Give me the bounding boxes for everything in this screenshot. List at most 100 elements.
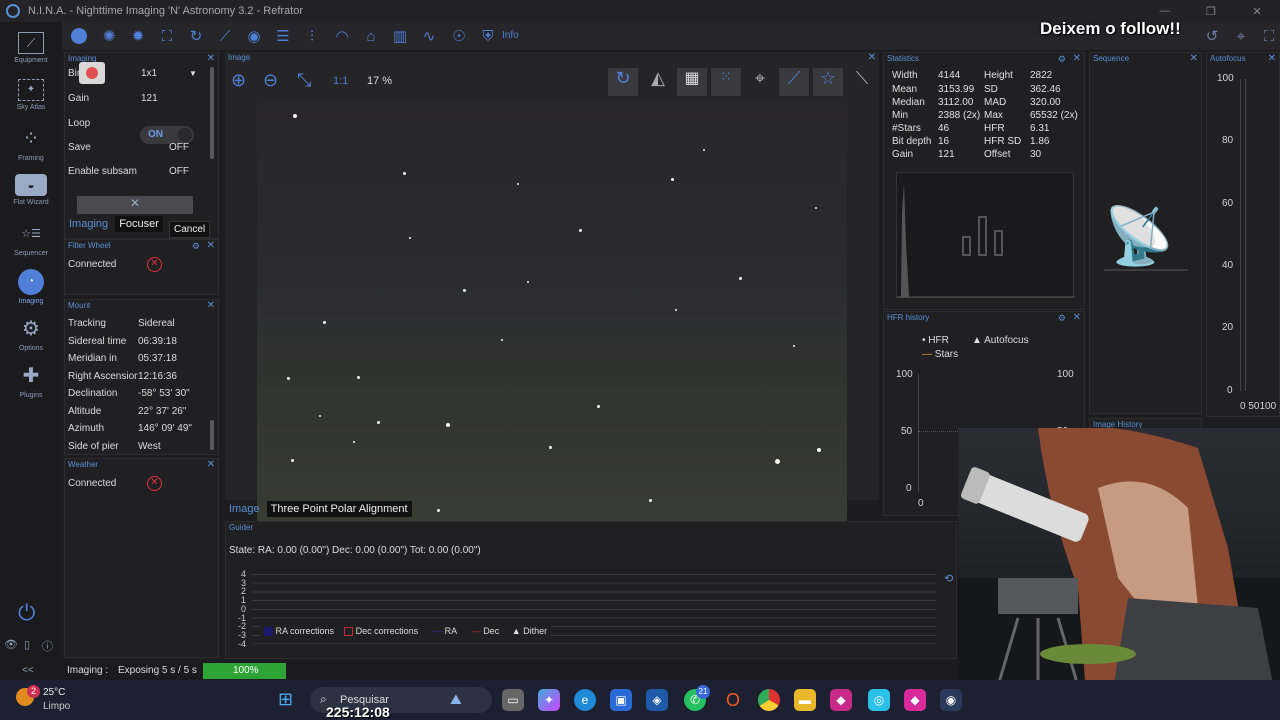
close-icon[interactable]: ✕: [1073, 53, 1081, 65]
zoom-out-icon[interactable]: ⊖: [263, 70, 278, 91]
settings-icon[interactable]: ⚙: [1058, 312, 1066, 324]
close-button[interactable]: ✕: [1234, 0, 1280, 22]
book-icon[interactable]: ▯: [24, 638, 30, 651]
tab-image[interactable]: Image: [225, 501, 264, 517]
maximize-button[interactable]: ❐: [1188, 0, 1234, 22]
wave-icon[interactable]: ∿: [420, 27, 438, 45]
chrome-icon[interactable]: [758, 689, 780, 711]
dots-icon[interactable]: ⁙: [711, 68, 741, 96]
edge-icon[interactable]: e: [574, 689, 596, 711]
nav-options[interactable]: ⚙ Options: [0, 316, 62, 352]
sliders-icon[interactable]: ⫶: [303, 27, 321, 45]
observatory-icon[interactable]: ⌂: [362, 27, 380, 45]
nav-equipment[interactable]: ⟋ Equipment: [0, 32, 62, 64]
eye-icon[interactable]: 👁: [4, 638, 18, 651]
histogram-icon[interactable]: ▥: [391, 27, 409, 45]
settings-icon[interactable]: ⚙: [192, 240, 200, 252]
close-icon[interactable]: ✕: [1073, 312, 1081, 324]
store-icon[interactable]: ▣: [610, 689, 632, 711]
framing-tool-icon[interactable]: ⛶: [158, 27, 176, 45]
binning-select[interactable]: 1x1: [141, 68, 157, 79]
history-icon[interactable]: ↺: [1203, 27, 1221, 45]
crosshair-icon[interactable]: ⌖: [1232, 27, 1250, 45]
close-icon[interactable]: ✕: [1190, 53, 1198, 65]
copilot-icon[interactable]: ✦: [538, 689, 560, 711]
close-icon[interactable]: ✕: [207, 300, 215, 312]
focuser-icon[interactable]: ✹: [129, 27, 147, 45]
nav-plugins[interactable]: ✚ Plugins: [0, 363, 62, 399]
power-icon[interactable]: ⏻: [18, 600, 35, 626]
nav-framing[interactable]: ⁘ Framing: [0, 126, 62, 162]
star-icon[interactable]: ☆: [813, 68, 843, 96]
bulb-icon[interactable]: ☉: [450, 27, 468, 45]
opera-icon[interactable]: O: [722, 689, 744, 711]
dome-arc-icon[interactable]: ◠: [333, 27, 351, 45]
scrollbar[interactable]: [210, 67, 214, 159]
progress-text: 100%: [233, 665, 259, 676]
collapse-button[interactable]: <<: [22, 665, 34, 676]
mount-label: Declination: [68, 388, 118, 399]
left-navigation: ⟋ Equipment ✦ Sky Atlas ⁘ Framing ◒ Flat Wiz…: [0, 22, 62, 680]
guider-tool-icon[interactable]: ◉: [245, 27, 263, 45]
list-tool-icon[interactable]: ☰: [274, 27, 292, 45]
weather-temp[interactable]: 25°C: [43, 687, 65, 698]
nav-sequencer[interactable]: ☆☰ Sequencer: [0, 221, 62, 257]
stream-overlay-text: Deixem o follow!!: [1040, 19, 1181, 38]
filter-wheel-icon[interactable]: ✺: [100, 27, 118, 45]
expand-icon[interactable]: ⛶: [1260, 27, 1278, 45]
app-cyan-icon[interactable]: ◎: [868, 689, 890, 711]
nav-flat-wizard[interactable]: ◒ Flat Wizard: [0, 174, 62, 206]
tab-imaging[interactable]: Imaging: [65, 216, 112, 232]
weather-condition[interactable]: Limpo: [43, 701, 70, 712]
y-tick: 100: [1057, 369, 1074, 380]
sky-image[interactable]: [257, 99, 847, 551]
info-label[interactable]: Info: [502, 30, 519, 41]
mount-label: Sidereal time: [68, 336, 127, 347]
guider-legend: RA corrections Dec corrections — RA — De…: [260, 625, 552, 638]
app-cube-icon[interactable]: ◈: [646, 689, 668, 711]
capture-button[interactable]: ✕: [77, 196, 193, 214]
shield-icon[interactable]: ⛨: [479, 27, 497, 45]
grid-icon[interactable]: ▦: [677, 68, 707, 96]
filter-wheel-status: Connected: [68, 259, 117, 270]
crop-icon[interactable]: ⟍: [847, 68, 877, 96]
subsam-toggle[interactable]: OFF: [169, 166, 189, 177]
wand-icon[interactable]: ⟋: [779, 68, 809, 96]
y-tick: 20: [1222, 322, 1234, 333]
close-icon[interactable]: ✕: [207, 240, 215, 252]
guider-settings-icon[interactable]: ⟲: [944, 572, 953, 585]
rotate-icon[interactable]: ↻: [608, 68, 638, 96]
gain-label: Gain: [68, 93, 90, 104]
mount-label: Meridian in: [68, 353, 117, 364]
nav-imaging[interactable]: ◔ Imaging: [0, 269, 62, 305]
windows-start-icon[interactable]: ⊞: [278, 689, 293, 710]
tab-focuser[interactable]: Focuser: [115, 216, 163, 232]
settings-icon[interactable]: ⚙: [1058, 53, 1066, 65]
zoom-1to1-button[interactable]: 1:1: [333, 75, 348, 87]
app-pink-icon[interactable]: ◆: [830, 689, 852, 711]
fit-icon[interactable]: ⤡: [297, 70, 311, 91]
close-icon[interactable]: ✕: [1268, 53, 1276, 65]
nina-taskbar-icon[interactable]: ◉: [940, 689, 962, 711]
info-icon[interactable]: ⓘ: [42, 638, 53, 654]
close-icon[interactable]: ✕: [868, 52, 876, 64]
gain-input[interactable]: 121: [141, 93, 158, 104]
disconnected-icon[interactable]: ✕: [147, 476, 162, 491]
folder-icon[interactable]: ▬: [794, 689, 816, 711]
camera-icon[interactable]: [70, 27, 88, 45]
close-icon[interactable]: ✕: [207, 53, 215, 65]
close-icon[interactable]: ✕: [207, 459, 215, 471]
app-magenta-icon[interactable]: ◆: [904, 689, 926, 711]
tab-polar-alignment[interactable]: Three Point Polar Alignment: [266, 501, 412, 517]
target-icon[interactable]: ⌖: [745, 68, 775, 96]
save-toggle[interactable]: OFF: [169, 142, 189, 153]
disconnected-icon[interactable]: ✕: [147, 257, 162, 272]
chevron-down-icon[interactable]: ▼: [189, 69, 197, 78]
rotator-icon[interactable]: ↻: [187, 27, 205, 45]
nav-sky-atlas[interactable]: ✦ Sky Atlas: [0, 79, 62, 111]
telescope-tool-icon[interactable]: ⟋: [216, 27, 234, 45]
flip-icon[interactable]: ◭: [643, 68, 673, 96]
scrollbar[interactable]: [210, 420, 214, 450]
zoom-in-icon[interactable]: ⊕: [231, 70, 246, 91]
task-view-icon[interactable]: ▭: [502, 689, 524, 711]
